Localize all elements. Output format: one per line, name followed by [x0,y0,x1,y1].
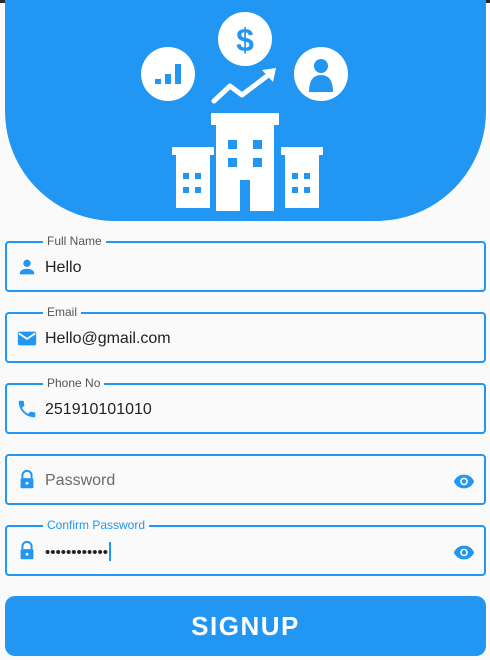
svg-text:$: $ [236,22,254,58]
email-label: Email [43,305,82,319]
text-caret [109,542,112,561]
dollar-coin-icon: $ [218,12,272,66]
full-name-input[interactable]: Hello [45,258,81,278]
phone-field[interactable]: Phone No 251910101010 [5,376,486,434]
confirm-password-value: •••••••••••• [45,544,109,561]
full-name-label: Full Name [43,234,106,248]
lock-icon [20,540,34,560]
full-name-field[interactable]: Full Name Hello [5,234,486,292]
confirm-password-field[interactable]: Confirm Password •••••••••••• [5,518,486,576]
mail-icon [17,331,37,346]
business-illustration: $ [141,12,348,211]
email-field[interactable]: Email Hello@gmail.com [5,305,486,363]
phone-label: Phone No [43,376,105,390]
bar-chart-icon [141,47,195,101]
header-banner: $ [5,0,486,221]
user-icon [294,47,348,101]
person-icon [19,259,35,275]
password-field[interactable]: Password [5,454,486,505]
eye-icon[interactable] [452,470,476,492]
eye-icon[interactable] [452,541,476,563]
signup-button[interactable]: SIGNUP [5,596,486,656]
email-input[interactable]: Hello@gmail.com [45,329,171,349]
confirm-password-input[interactable]: •••••••••••• [45,542,112,563]
phone-input[interactable]: 251910101010 [45,400,152,420]
lock-icon [20,469,34,489]
phone-icon [18,400,36,418]
password-input[interactable]: Password [45,471,115,491]
trend-up-arrow-icon [211,68,276,104]
confirm-password-label: Confirm Password [43,518,150,532]
